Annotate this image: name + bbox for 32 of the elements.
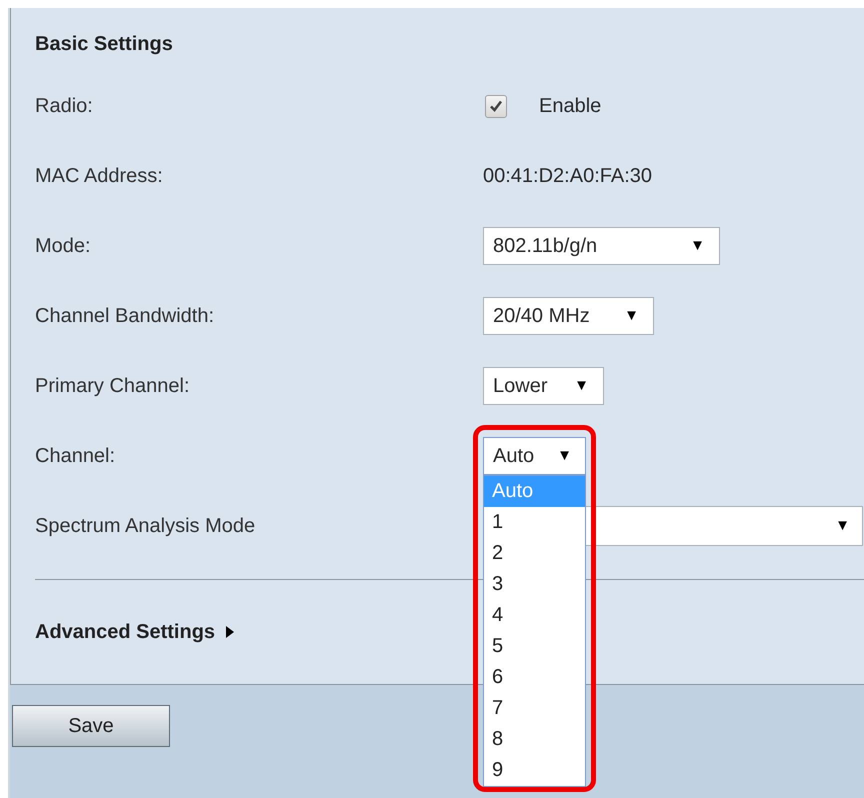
select-field[interactable]: Lower ▼: [483, 367, 604, 405]
dropdown-option[interactable]: 9: [484, 755, 585, 786]
section-title: Basic Settings: [35, 32, 173, 57]
dropdown-arrow: ▼: [624, 306, 639, 326]
dropdown-option[interactable]: 6: [484, 662, 585, 693]
radio-checkbox[interactable]: [485, 94, 507, 118]
field-label: MAC Address:: [35, 164, 164, 189]
select-field[interactable]: 802.11b/g/n ▼: [483, 227, 720, 265]
field-label: Spectrum Analysis Mode: [35, 514, 256, 539]
field-label: Mode:: [35, 234, 92, 259]
dropdown-option[interactable]: 7: [484, 693, 585, 724]
field-label: Radio:: [35, 94, 94, 119]
select-field[interactable]: 20/40 MHz ▼: [483, 297, 654, 335]
triangle-icon: [225, 625, 236, 639]
dropdown-arrow: ▼: [835, 516, 850, 536]
save-button[interactable]: Save: [12, 705, 170, 747]
dropdown-option[interactable]: 5: [484, 631, 585, 662]
check-icon: [489, 99, 503, 113]
enable-label: Enable: [539, 94, 602, 119]
channel-select[interactable]: Auto ▼: [483, 437, 586, 475]
field-label: Channel:: [35, 444, 116, 469]
field-label: Channel Bandwidth:: [35, 304, 216, 329]
dropdown-option[interactable]: 3: [484, 569, 585, 600]
dropdown-arrow: ▼: [557, 446, 572, 466]
dropdown-option[interactable]: 8: [484, 724, 585, 755]
dropdown-arrow: ▼: [574, 376, 589, 396]
field-label: Primary Channel:: [35, 374, 191, 399]
dropdown-option[interactable]: 4: [484, 600, 585, 631]
dropdown-arrow: ▼: [690, 236, 705, 256]
dropdown-option[interactable]: 1: [484, 507, 585, 538]
advanced-settings-toggle[interactable]: Advanced Settings: [35, 617, 236, 647]
mac-address-value: 00:41:D2:A0:FA:30: [483, 164, 652, 189]
